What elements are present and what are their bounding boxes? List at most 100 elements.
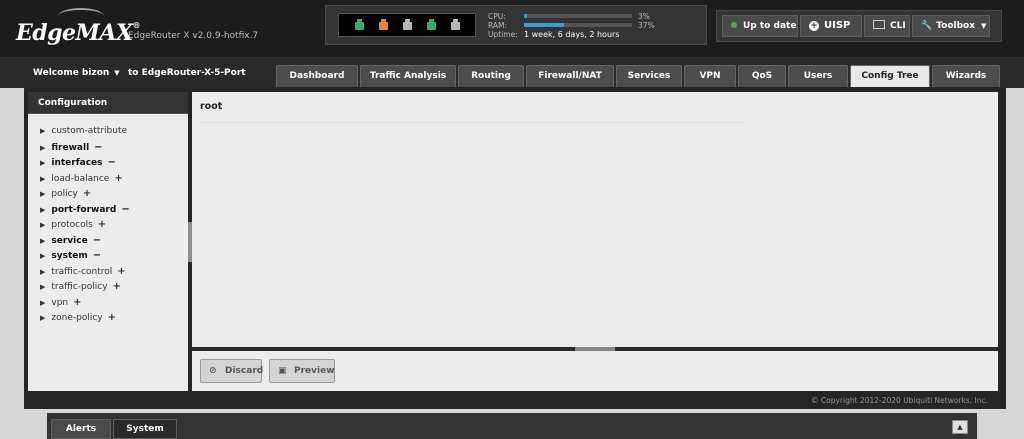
tree-item-policy[interactable]: ▶ policy +	[28, 186, 188, 202]
wrench-icon: 🔧	[921, 21, 933, 31]
chevron-right-icon[interactable]: ▶	[40, 299, 45, 307]
discard-button[interactable]: ⊘ Discard	[200, 359, 263, 383]
tree-item-service[interactable]: ▶ service −	[28, 233, 188, 249]
tree-item-zone-policy[interactable]: ▶ zone-policy +	[28, 310, 188, 326]
tab-traffic-analysis[interactable]: Traffic Analysis	[360, 65, 456, 87]
chevron-down-icon: ▼	[114, 69, 120, 77]
tree-item-label: interfaces	[51, 158, 103, 168]
tab-firewall-nat[interactable]: Firewall/NAT	[526, 65, 614, 87]
tab-label: Wizards	[945, 71, 987, 81]
port-eth0-icon[interactable]	[355, 19, 364, 30]
user-menu[interactable]: Welcome bizon ▼	[33, 68, 120, 78]
plus-icon[interactable]: +	[113, 281, 121, 292]
tab-label: QoS	[751, 71, 773, 81]
tree-item-protocols[interactable]: ▶ protocols +	[28, 217, 188, 233]
ram-value: 37%	[638, 21, 655, 30]
uisp-button[interactable]: + UISP	[800, 15, 862, 37]
tab-services[interactable]: Services	[616, 65, 682, 87]
plus-icon[interactable]: +	[98, 219, 106, 230]
chevron-right-icon[interactable]: ▶	[40, 283, 45, 291]
tree-item-port-forward[interactable]: ▶ port-forward −	[28, 202, 188, 218]
uisp-label: UISP	[824, 20, 851, 31]
cpu-row: CPU: 3%	[488, 12, 698, 21]
port-status	[338, 13, 476, 37]
toolbox-button[interactable]: 🔧 Toolbox ▼	[912, 15, 990, 37]
tab-label: Traffic Analysis	[369, 71, 447, 81]
tree-item-traffic-policy[interactable]: ▶ traffic-policy +	[28, 279, 188, 295]
tree-item-traffic-control[interactable]: ▶ traffic-control +	[28, 264, 188, 280]
cli-button[interactable]: CLI	[864, 15, 910, 37]
port-eth1-icon[interactable]	[379, 19, 388, 30]
tab-wizards[interactable]: Wizards	[932, 65, 1000, 87]
uisp-icon: +	[809, 21, 819, 31]
tree-item-label: load-balance	[51, 173, 110, 184]
preview-label: Preview	[294, 366, 335, 376]
tree-item-firewall[interactable]: ▶ firewall −	[28, 140, 188, 156]
update-status-button[interactable]: Up to date	[722, 15, 798, 37]
tree-item-label: system	[51, 251, 88, 261]
tree-item-label: policy	[51, 189, 78, 199]
minus-icon[interactable]: −	[94, 142, 102, 153]
tab-config-tree[interactable]: Config Tree	[850, 65, 930, 87]
chevron-right-icon[interactable]: ▶	[40, 190, 45, 198]
tab-users[interactable]: Users	[788, 65, 848, 87]
chevron-down-icon: ▼	[981, 22, 987, 30]
config-content: root	[192, 92, 998, 347]
ram-label: RAM:	[488, 21, 508, 30]
chevron-right-icon[interactable]: ▶	[40, 206, 45, 214]
chevron-right-icon[interactable]: ▶	[40, 159, 45, 167]
chevron-right-icon[interactable]: ▶	[40, 175, 45, 183]
tab-vpn[interactable]: VPN	[684, 65, 736, 87]
preview-button[interactable]: ▣ Preview	[269, 359, 335, 383]
tab-label: Dashboard	[289, 71, 345, 81]
tab-routing[interactable]: Routing	[458, 65, 524, 87]
tab-label: Alerts	[65, 424, 97, 434]
bottom-bar: Alerts System	[47, 413, 977, 439]
tree-item-label: service	[51, 235, 88, 246]
tree-item-label: port-forward	[51, 204, 117, 215]
tree-item-custom-attribute[interactable]: ▶ custom-attribute	[28, 124, 188, 140]
minus-icon[interactable]: −	[93, 250, 101, 261]
chevron-right-icon[interactable]: ▶	[40, 268, 45, 276]
tree-item-interfaces[interactable]: ▶ interfaces −	[28, 155, 188, 171]
port-eth3-icon[interactable]	[427, 19, 436, 30]
minus-icon[interactable]: −	[121, 204, 129, 215]
plus-icon[interactable]: +	[83, 188, 91, 199]
welcome-text: Welcome bizon	[33, 68, 110, 78]
cpu-label: CPU:	[488, 12, 506, 21]
chevron-right-icon[interactable]: ▶	[40, 252, 45, 260]
port-eth4-icon[interactable]	[451, 19, 460, 30]
tab-label: VPN	[699, 71, 721, 81]
port-eth2-icon[interactable]	[403, 19, 412, 30]
tab-qos[interactable]: QoS	[738, 65, 786, 87]
logo-trademark: ®	[132, 20, 141, 30]
plus-icon[interactable]: +	[108, 312, 116, 323]
tree-item-vpn[interactable]: ▶ vpn +	[28, 295, 188, 311]
ram-bar-fill	[524, 23, 564, 27]
tab-system[interactable]: System	[113, 419, 177, 439]
plus-icon[interactable]: +	[114, 173, 122, 184]
tab-dashboard[interactable]: Dashboard	[276, 65, 358, 87]
terminal-icon	[873, 20, 885, 29]
chevron-up-icon[interactable]: ▲	[952, 420, 968, 434]
tree-item-label: protocols	[51, 220, 93, 230]
tree-item-load-balance[interactable]: ▶ load-balance +	[28, 171, 188, 187]
root-node-label: root	[200, 101, 223, 112]
chevron-right-icon[interactable]: ▶	[40, 221, 45, 229]
chevron-right-icon[interactable]: ▶	[40, 144, 45, 152]
plus-icon[interactable]: +	[73, 297, 81, 308]
cli-label: CLI	[890, 21, 906, 31]
top-header: EdgeMAX® EdgeRouter X v2.0.9-hotfix.7 CP…	[0, 0, 1024, 57]
chevron-right-icon[interactable]: ▶	[40, 237, 45, 245]
tree-item-system[interactable]: ▶ system −	[28, 248, 188, 264]
chevron-right-icon[interactable]: ▶	[40, 314, 45, 322]
chevron-right-icon[interactable]: ▶	[40, 127, 45, 135]
system-stats: CPU: 3% RAM: 37% Uptime: 1 week, 6 days,…	[488, 12, 698, 39]
tab-alerts[interactable]: Alerts	[51, 419, 111, 439]
minus-icon[interactable]: −	[108, 157, 116, 168]
plus-icon[interactable]: +	[117, 266, 125, 277]
action-bar: ⊘ Discard ▣ Preview	[192, 351, 998, 391]
minus-icon[interactable]: −	[93, 235, 101, 246]
toolbox-label: Toolbox	[936, 21, 976, 31]
tree-item-label: traffic-policy	[51, 282, 108, 292]
